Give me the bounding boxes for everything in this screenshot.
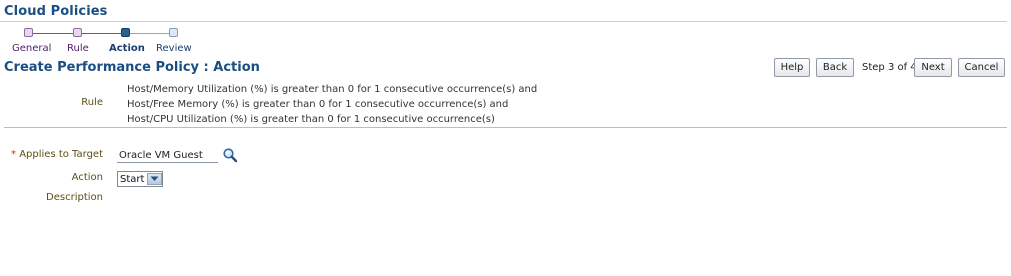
train-stop-review[interactable] xyxy=(169,28,178,37)
cancel-button[interactable]: Cancel xyxy=(958,58,1005,77)
help-button[interactable]: Help xyxy=(774,58,810,77)
description-label: Description xyxy=(46,192,103,203)
required-marker: * xyxy=(11,149,17,160)
applies-to-target-label: * Applies to Target xyxy=(10,149,103,160)
form-title: Create Performance Policy : Action xyxy=(4,60,260,75)
train-connector xyxy=(82,33,126,34)
train-connector xyxy=(33,33,77,34)
rule-line: Host/Memory Utilization (%) is greater t… xyxy=(127,84,538,95)
action-label: Action xyxy=(71,172,103,183)
train-connector xyxy=(130,33,174,34)
page-title: Cloud Policies xyxy=(4,4,108,19)
applies-to-target-input[interactable]: Oracle VM Guest xyxy=(117,149,218,163)
title-divider xyxy=(0,21,1007,22)
step-indicator: Step 3 of 4 xyxy=(862,62,917,73)
applies-to-target-text: Applies to Target xyxy=(19,149,103,160)
train-stop-rule[interactable] xyxy=(73,28,82,37)
train-stop-action xyxy=(121,28,130,37)
rule-line: Host/CPU Utilization (%) is greater than… xyxy=(127,114,495,125)
section-divider xyxy=(4,127,1007,128)
train-label-action: Action xyxy=(109,43,145,54)
search-icon[interactable] xyxy=(222,147,238,163)
rule-label: Rule xyxy=(81,97,103,108)
action-select-value: Start xyxy=(120,173,145,185)
rule-line: Host/Free Memory (%) is greater than 0 f… xyxy=(127,99,509,110)
action-select[interactable]: Start xyxy=(117,171,163,187)
back-button[interactable]: Back xyxy=(816,58,854,77)
chevron-down-icon[interactable] xyxy=(147,173,162,185)
train-label-general[interactable]: General xyxy=(12,43,51,54)
train-label-rule[interactable]: Rule xyxy=(67,43,89,54)
train-stop-general[interactable] xyxy=(24,28,33,37)
train-label-review[interactable]: Review xyxy=(156,43,192,54)
next-button[interactable]: Next xyxy=(914,58,952,77)
